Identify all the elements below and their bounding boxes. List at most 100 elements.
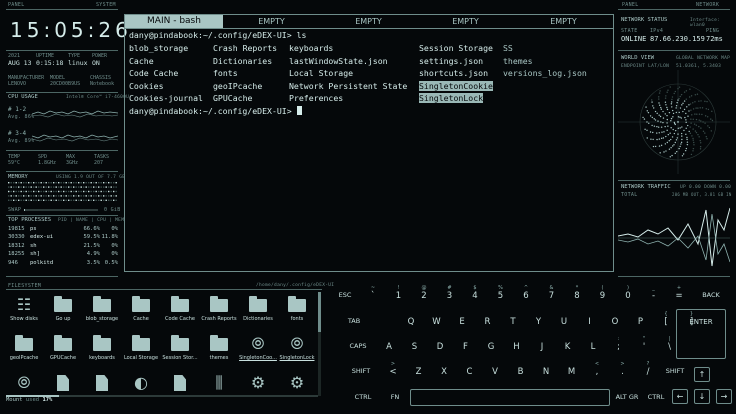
key-char[interactable]: * 8: [566, 285, 588, 301]
key-char[interactable]: Y: [528, 311, 550, 327]
key-char[interactable]: V: [484, 361, 506, 377]
fs-item-geoipcache[interactable]: geoIPcache: [4, 334, 44, 361]
ls-entry: Session Storage: [419, 43, 493, 53]
key-char[interactable]: S: [404, 336, 426, 352]
key-char[interactable]: % 5: [490, 285, 512, 301]
key-char[interactable]: X: [433, 361, 455, 377]
key-char[interactable]: R: [477, 311, 499, 327]
key-char[interactable]: T: [502, 311, 524, 327]
key-char[interactable]: B: [510, 361, 532, 377]
filesystem-path: /home/dany/.config/eDEX-UI: [256, 283, 335, 288]
key-shift[interactable]: SHIFT: [346, 361, 376, 375]
tab-empty-4[interactable]: EMPTY: [514, 15, 613, 29]
fs-item-code-cache[interactable]: Code Cache: [160, 295, 200, 322]
fs-item-fonts[interactable]: fonts: [277, 295, 317, 322]
key-char[interactable]: {[: [655, 311, 677, 327]
fs-item-unnamed-18[interactable]: [82, 374, 122, 394]
key-char[interactable]: | \: [659, 336, 681, 352]
key-char[interactable]: $4: [464, 285, 486, 301]
fs-item-singletonlock[interactable]: ⦾ SingletonLock: [277, 335, 317, 362]
key-char[interactable]: ^ 6: [515, 285, 537, 301]
tab-empty-1[interactable]: EMPTY: [223, 15, 320, 29]
key-char[interactable]: Z: [408, 361, 430, 377]
fs-item-unnamed-16[interactable]: ⦾: [4, 374, 44, 394]
key-char[interactable]: H: [506, 336, 528, 352]
key-char[interactable]: #3: [439, 285, 461, 301]
key-char[interactable]: A: [378, 336, 400, 352]
fs-item-unnamed-19[interactable]: ◐: [121, 374, 161, 394]
key-char[interactable]: C: [459, 361, 481, 377]
key-char[interactable]: :;: [608, 336, 630, 352]
key-char[interactable]: J: [531, 336, 553, 352]
key-ctrl[interactable]: CTRL: [644, 387, 668, 401]
key-char[interactable]: L: [582, 336, 604, 352]
folder-icon: [82, 295, 122, 314]
key-enter[interactable]: ENTER: [676, 309, 726, 359]
fs-item-unnamed-20[interactable]: [160, 374, 200, 394]
key-char[interactable]: > <: [382, 361, 404, 377]
key-char[interactable]: I: [579, 311, 601, 327]
fs-item-gpucache[interactable]: GPUCache: [43, 334, 83, 361]
key-fn[interactable]: FN: [384, 387, 406, 401]
fs-item-go-up[interactable]: Go up: [43, 295, 83, 322]
key-alt-gr[interactable]: ALT GR: [612, 387, 642, 401]
key-arrow-down[interactable]: ↓: [694, 389, 710, 404]
tab-empty-3[interactable]: EMPTY: [417, 15, 514, 29]
key-char[interactable]: G: [480, 336, 502, 352]
key-char[interactable]: Q: [400, 311, 422, 327]
key-char[interactable]: W: [426, 311, 448, 327]
fs-item-local-storage[interactable]: Local Storage: [121, 334, 161, 361]
fs-item-show-disks[interactable]: ☷ Show disks: [4, 296, 44, 323]
key-arrow-left[interactable]: ←: [672, 389, 688, 404]
fs-item-dictionaries[interactable]: Dictionaries: [238, 295, 278, 322]
key-char[interactable]: ! 1: [388, 285, 410, 301]
tab-main-bash[interactable]: MAIN - bash: [125, 15, 223, 29]
fs-item-cache[interactable]: Cache: [121, 295, 161, 322]
key-space[interactable]: [410, 389, 610, 406]
fs-item-themes[interactable]: themes: [199, 334, 239, 361]
key-arrow-up[interactable]: ↑: [694, 367, 710, 382]
key-char[interactable]: M: [561, 361, 583, 377]
key-tab[interactable]: TAB: [342, 311, 366, 325]
key-char[interactable]: _ -: [643, 285, 665, 301]
key-char[interactable]: & 7: [541, 285, 563, 301]
ls-entry: shortcuts.json: [419, 68, 489, 79]
key-char[interactable]: K: [557, 336, 579, 352]
key-back[interactable]: BACK: [696, 285, 726, 299]
key-caps[interactable]: CAPS: [344, 336, 372, 350]
key-char[interactable]: " ': [633, 336, 655, 352]
key-char[interactable]: >.: [612, 361, 634, 377]
key-esc[interactable]: ESC: [334, 285, 356, 299]
key-char[interactable]: ) 0: [617, 285, 639, 301]
tab-empty-2[interactable]: EMPTY: [320, 15, 417, 29]
key-ctrl[interactable]: CTRL: [348, 387, 378, 401]
key-char[interactable]: @2: [413, 285, 435, 301]
fs-item-blob-storage[interactable]: blob_storage: [82, 295, 122, 322]
fs-item-singletoncoo[interactable]: ⦾ SingletonCoo...: [238, 335, 278, 362]
terminal-window[interactable]: MAIN - bash EMPTY EMPTY EMPTY EMPTY dany…: [124, 14, 614, 272]
key-char[interactable]: ~ `: [362, 285, 384, 301]
fs-item-unnamed-22[interactable]: ⚙: [238, 374, 278, 394]
key-char[interactable]: F: [455, 336, 477, 352]
key-shift[interactable]: SHIFT: [660, 361, 690, 375]
fs-item-unnamed-23[interactable]: ⚙: [277, 374, 317, 394]
key-char[interactable]: + =: [668, 285, 690, 301]
fs-item-keyboards[interactable]: keyboards: [82, 334, 122, 361]
swap-label: SWAP: [8, 207, 22, 213]
key-char[interactable]: D: [429, 336, 451, 352]
key-char[interactable]: P: [630, 311, 652, 327]
key-arrow-right[interactable]: →: [716, 389, 732, 404]
key-char[interactable]: N: [535, 361, 557, 377]
filesystem-scrollbar[interactable]: [318, 292, 321, 396]
key-char[interactable]: (9: [592, 285, 614, 301]
fs-item-crash-reports[interactable]: Crash Reports: [199, 295, 239, 322]
fs-item-unnamed-21[interactable]: ⫼: [199, 374, 239, 394]
terminal-line-prompt-active[interactable]: dany@pindabook:~/.config/eDEX-UI>: [129, 106, 302, 116]
key-char[interactable]: U: [553, 311, 575, 327]
key-char[interactable]: O: [604, 311, 626, 327]
key-char[interactable]: ? /: [637, 361, 659, 377]
fs-item-session-stor[interactable]: Session Stor...: [160, 334, 200, 361]
key-char[interactable]: <,: [586, 361, 608, 377]
fs-item-unnamed-17[interactable]: [43, 374, 83, 394]
key-char[interactable]: E: [451, 311, 473, 327]
